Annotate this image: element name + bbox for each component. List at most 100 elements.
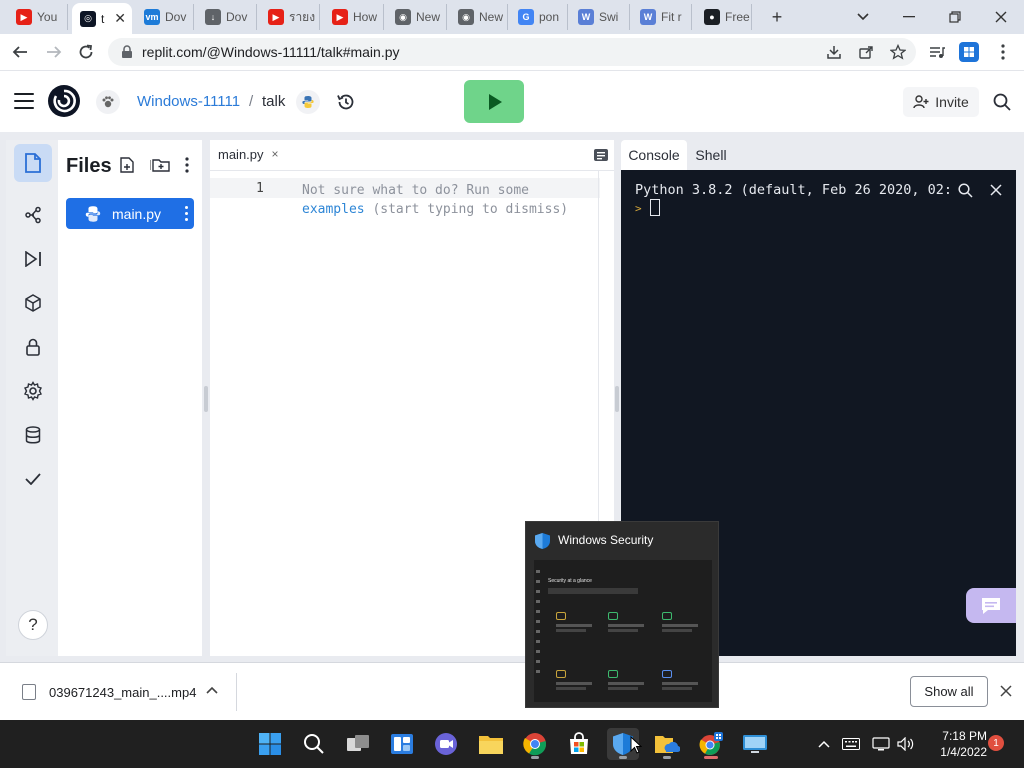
preview-thumbnail[interactable]: Security at a glance — [534, 560, 712, 702]
download-options-chevron-icon[interactable] — [206, 683, 218, 697]
close-window-button[interactable] — [990, 6, 1012, 28]
onedrive-folder-icon[interactable] — [651, 728, 683, 760]
profile-avatar[interactable] — [957, 40, 981, 64]
new-folder-icon[interactable] — [152, 156, 170, 174]
browser-tab[interactable]: W Fit r — [632, 4, 692, 30]
debugger-icon[interactable] — [14, 240, 52, 278]
task-view-icon[interactable] — [342, 728, 374, 760]
secrets-lock-icon[interactable] — [14, 328, 52, 366]
back-arrow-icon[interactable] — [8, 40, 32, 64]
console-tools — [949, 178, 1011, 202]
tool-sidebar: ? — [6, 140, 58, 656]
console-clear-icon[interactable] — [990, 184, 1002, 196]
wikipedia-icon: W — [578, 9, 594, 25]
browser-tab[interactable]: ● Free — [696, 4, 752, 30]
replit-logo[interactable] — [48, 85, 80, 117]
taskbar-search-icon[interactable] — [298, 728, 330, 760]
new-tab-button[interactable]: + — [766, 6, 788, 28]
downloads-bar: 039671243_main_....mp4 Show all — [0, 662, 1024, 720]
browser-tab[interactable]: ▶ You — [8, 4, 68, 30]
breadcrumb-repl-name[interactable]: talk — [262, 93, 285, 110]
show-all-downloads-button[interactable]: Show all — [910, 676, 988, 707]
file-options-icon[interactable] — [185, 206, 188, 221]
browser-tab[interactable]: ▶ รายง — [260, 4, 320, 30]
files-tool-icon[interactable] — [14, 144, 52, 182]
notification-badge[interactable]: 1 — [988, 735, 1004, 751]
windows-security-preview[interactable]: Windows Security Security at a glance — [525, 521, 719, 708]
editor-console-resize-handle[interactable] — [615, 386, 619, 412]
file-item-main-py[interactable]: main.py — [66, 198, 194, 229]
console-search-icon[interactable] — [958, 182, 973, 198]
forward-arrow-icon[interactable] — [42, 40, 66, 64]
chrome-taskbar-icon[interactable] — [519, 728, 551, 760]
widgets-icon[interactable] — [386, 728, 418, 760]
start-windows-icon[interactable] — [254, 728, 286, 760]
downloads-divider — [236, 673, 237, 711]
browser-tab[interactable]: ↓ Dov — [197, 4, 257, 30]
url-text: replit.com/@Windows-11111/talk#main.py — [142, 44, 400, 60]
help-question-icon[interactable]: ? — [18, 610, 48, 640]
tab-shell[interactable]: Shell — [689, 140, 733, 170]
microsoft-store-icon[interactable] — [563, 728, 595, 760]
minimize-window-button[interactable] — [898, 6, 920, 28]
browser-tab[interactable]: vm Dov — [136, 4, 194, 30]
browser-tab[interactable]: W Swi — [570, 4, 630, 30]
youtube-icon: ▶ — [332, 9, 348, 25]
teams-chat-icon[interactable] — [430, 728, 462, 760]
invite-button[interactable]: Invite — [903, 87, 979, 117]
browser-tab[interactable]: ◉ New — [387, 4, 447, 30]
unit-tests-check-icon[interactable] — [14, 460, 52, 498]
remote-desktop-icon[interactable] — [739, 728, 771, 760]
reload-icon[interactable] — [74, 40, 98, 64]
browser-tab[interactable]: Gpon — [510, 4, 568, 30]
show-hidden-icons-chevron-icon[interactable] — [814, 734, 834, 754]
tab-search-chevron-icon[interactable] — [852, 6, 874, 28]
volume-icon[interactable] — [896, 734, 916, 754]
browser-tab[interactable]: ◉ New — [450, 4, 508, 30]
browser-tab-label: รายง — [289, 9, 316, 24]
install-app-icon[interactable] — [822, 40, 846, 64]
version-history-icon[interactable] — [334, 90, 358, 114]
chat-feedback-button[interactable] — [966, 588, 1016, 623]
browser-tab-label: pon — [539, 10, 560, 24]
close-tab-icon[interactable]: ✕ — [114, 10, 126, 27]
download-file-name[interactable]: 039671243_main_....mp4 — [49, 685, 196, 700]
editor-layout-icon[interactable] — [593, 147, 609, 163]
restore-window-button[interactable] — [944, 6, 966, 28]
run-button[interactable] — [464, 80, 524, 123]
new-file-icon[interactable] — [118, 156, 136, 174]
examples-link[interactable]: examples — [302, 202, 365, 217]
packages-cube-icon[interactable] — [14, 284, 52, 322]
browser-tab[interactable]: ▶ How — [324, 4, 384, 30]
database-icon[interactable] — [14, 416, 52, 454]
files-editor-resize-handle[interactable] — [204, 386, 208, 412]
thumbnail-card — [556, 612, 600, 642]
keyboard-icon[interactable] — [841, 734, 861, 754]
browser-tab[interactable]: ◎ t ✕ — [72, 3, 132, 34]
settings-gear-icon[interactable] — [14, 372, 52, 410]
browser-tab-label: Fit r — [661, 10, 682, 24]
editor-tab-main-py[interactable]: main.py × — [210, 140, 292, 170]
bookmark-star-icon[interactable] — [886, 40, 910, 64]
version-control-icon[interactable] — [14, 196, 52, 234]
network-icon[interactable] — [871, 734, 891, 754]
search-icon[interactable] — [990, 90, 1014, 114]
user-avatar[interactable] — [96, 90, 120, 114]
chrome-menu-icon[interactable] — [991, 40, 1015, 64]
files-panel-title: Files — [66, 155, 112, 177]
files-more-icon[interactable] — [178, 156, 196, 174]
file-explorer-icon[interactable] — [475, 728, 507, 760]
hamburger-menu-icon[interactable] — [14, 93, 34, 109]
address-bar[interactable]: replit.com/@Windows-11111/talk#main.py — [108, 38, 916, 66]
share-icon[interactable] — [854, 40, 878, 64]
breadcrumb-username[interactable]: Windows-11111 — [137, 93, 240, 110]
close-tab-icon[interactable]: × — [272, 147, 279, 161]
browser-tab-label: Dov — [226, 10, 248, 24]
system-clock[interactable]: 7:18 PM 1/4/2022 — [927, 728, 987, 760]
close-downloads-bar-icon[interactable] — [997, 682, 1015, 700]
chrome-profile-taskbar-icon[interactable] — [695, 728, 727, 760]
thumbnail-card — [608, 670, 652, 700]
media-queue-icon[interactable] — [925, 40, 949, 64]
python-version-banner: Python 3.8.2 (default, Feb 26 2020, 02:5 — [635, 182, 961, 198]
tab-console[interactable]: Console — [621, 140, 687, 170]
